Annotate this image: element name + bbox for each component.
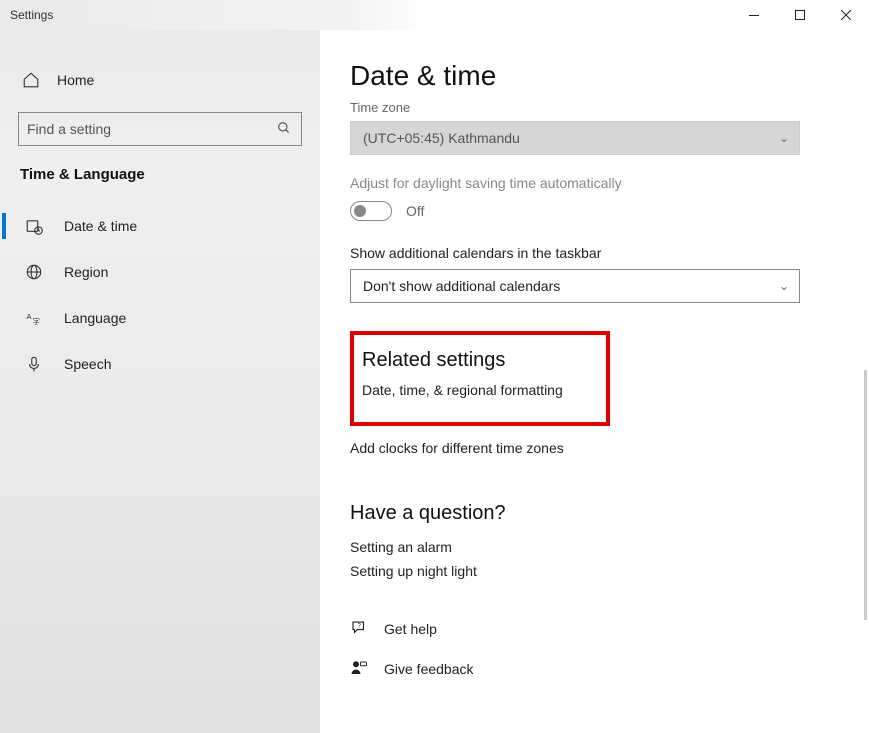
nav-language[interactable]: A字 Language	[0, 295, 320, 341]
nav-item-label: Speech	[64, 356, 111, 372]
dst-toggle[interactable]	[350, 201, 392, 221]
nav-item-label: Region	[64, 264, 108, 280]
sidebar: Home Time & Language Date & time Reg	[0, 30, 320, 733]
additional-calendars-dropdown[interactable]: Don't show additional calendars ⌄	[350, 269, 800, 303]
additional-calendars-label: Show additional calendars in the taskbar	[350, 245, 839, 261]
scrollbar[interactable]	[864, 370, 867, 620]
content-area: Date & time Time zone (UTC+05:45) Kathma…	[320, 30, 869, 733]
page-title: Date & time	[350, 60, 839, 92]
close-icon	[841, 10, 851, 20]
svg-text:?: ?	[358, 623, 362, 629]
additional-calendars-value: Don't show additional calendars	[363, 278, 560, 294]
language-icon: A字	[24, 308, 44, 328]
svg-text:A: A	[27, 312, 32, 321]
nav-region[interactable]: Region	[0, 249, 320, 295]
help-icon: ?	[350, 619, 370, 639]
related-settings-highlight: Related settings Date, time, & regional …	[350, 331, 610, 426]
nav-item-label: Date & time	[64, 218, 137, 234]
search-input[interactable]	[27, 121, 277, 137]
clock-calendar-icon	[24, 216, 44, 236]
give-feedback-label: Give feedback	[384, 661, 474, 677]
nav-item-label: Language	[64, 310, 126, 326]
search-box[interactable]	[18, 112, 302, 146]
link-night-light[interactable]: Setting up night light	[350, 563, 839, 579]
maximize-icon	[795, 10, 805, 20]
toggle-knob	[354, 205, 366, 217]
get-help-row[interactable]: ? Get help	[350, 619, 839, 639]
globe-icon	[24, 262, 44, 282]
dst-toggle-text: Off	[406, 203, 424, 219]
link-date-time-formatting[interactable]: Date, time, & regional formatting	[362, 382, 592, 398]
titlebar: Settings	[0, 0, 869, 30]
link-setting-alarm[interactable]: Setting an alarm	[350, 539, 839, 555]
get-help-label: Get help	[384, 621, 437, 637]
maximize-button[interactable]	[777, 0, 823, 30]
chevron-down-icon: ⌄	[779, 279, 789, 293]
microphone-icon	[24, 354, 44, 374]
home-label: Home	[57, 72, 94, 88]
home-nav[interactable]: Home	[0, 60, 320, 100]
timezone-label: Time zone	[350, 100, 839, 115]
nav-speech[interactable]: Speech	[0, 341, 320, 387]
search-icon	[277, 121, 293, 137]
minimize-icon	[749, 15, 759, 16]
link-add-clocks[interactable]: Add clocks for different time zones	[350, 440, 839, 456]
category-label: Time & Language	[0, 166, 320, 183]
svg-text:字: 字	[33, 316, 41, 326]
timezone-dropdown[interactable]: (UTC+05:45) Kathmandu ⌄	[350, 121, 800, 155]
minimize-button[interactable]	[731, 0, 777, 30]
related-settings-title: Related settings	[362, 349, 592, 372]
home-icon	[20, 69, 42, 91]
give-feedback-row[interactable]: Give feedback	[350, 659, 839, 679]
close-button[interactable]	[823, 0, 869, 30]
window-title: Settings	[10, 8, 53, 22]
chevron-down-icon: ⌄	[779, 131, 789, 145]
nav-date-time[interactable]: Date & time	[0, 203, 320, 249]
feedback-icon	[350, 659, 370, 679]
question-title: Have a question?	[350, 502, 839, 525]
dst-label: Adjust for daylight saving time automati…	[350, 175, 839, 191]
timezone-value: (UTC+05:45) Kathmandu	[363, 130, 520, 146]
